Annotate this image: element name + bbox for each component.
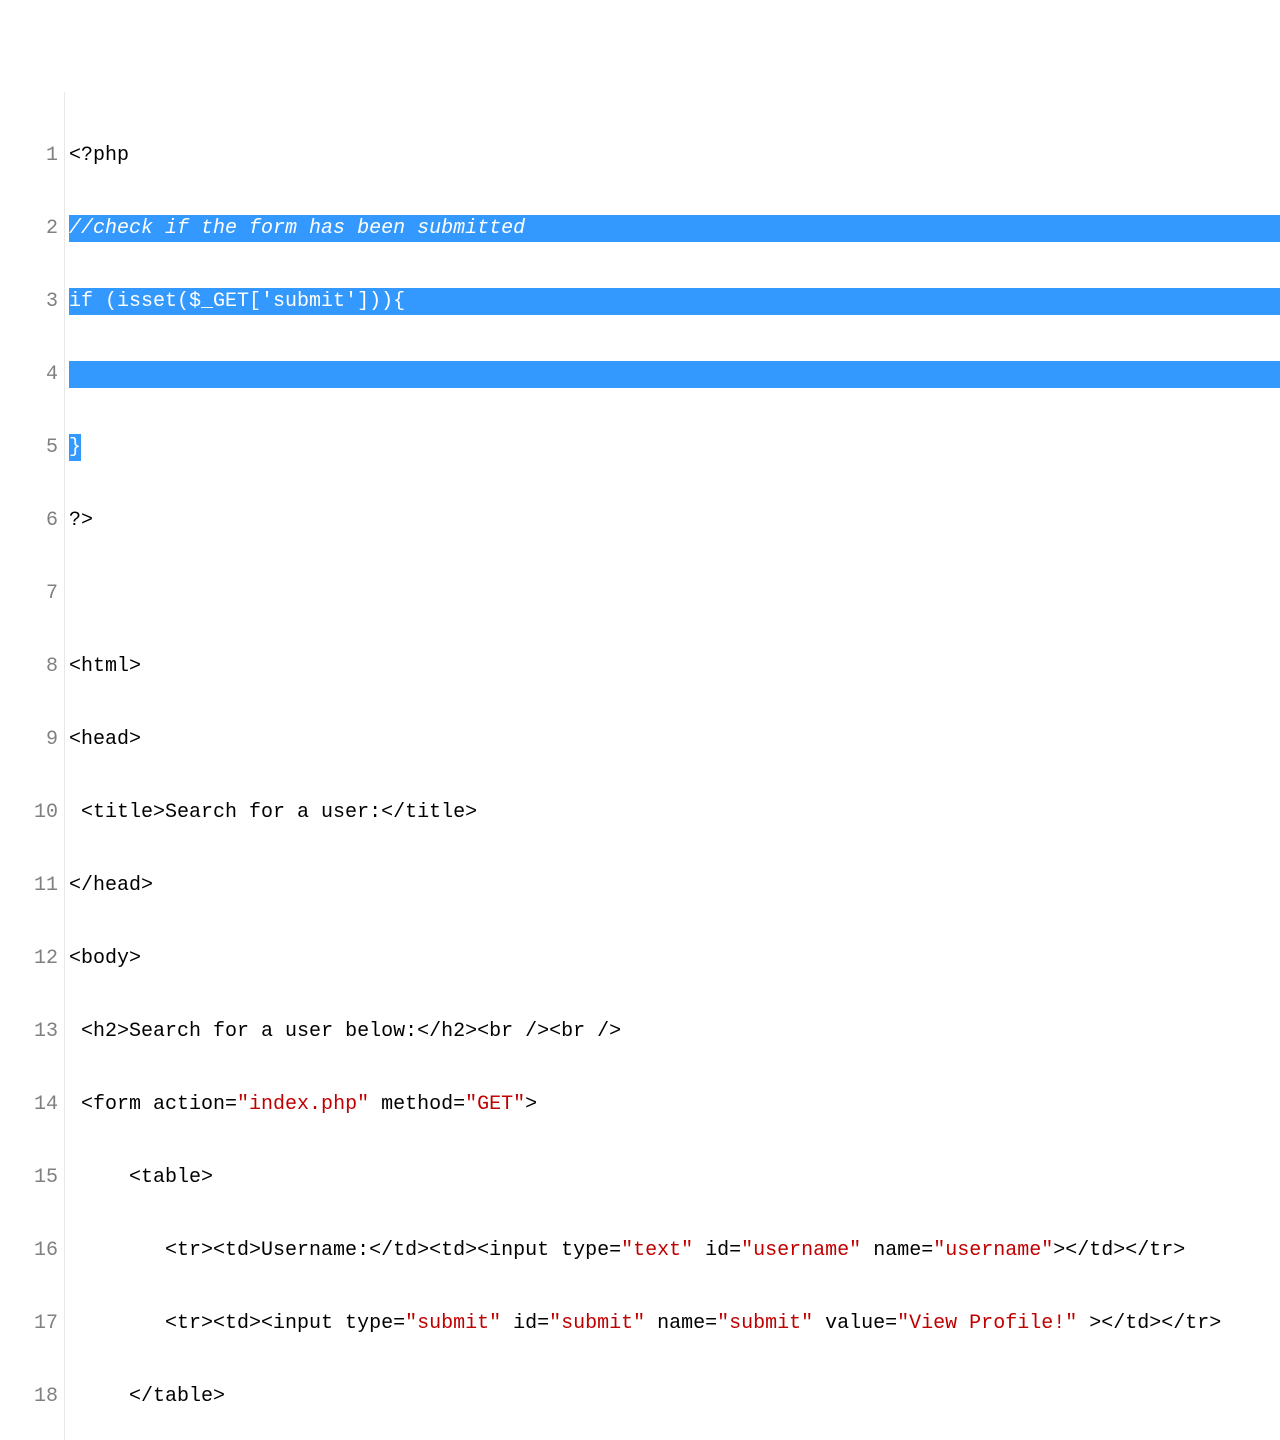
string-literal: "submit" xyxy=(549,1312,645,1335)
line-number: 18 xyxy=(10,1383,58,1410)
tag-open: <h2> xyxy=(69,1020,129,1043)
code-line[interactable]: <tr><td><input type="submit" id="submit"… xyxy=(69,1310,1280,1337)
tag-text: <tr><td> xyxy=(69,1239,261,1262)
text-content: Search for a user below: xyxy=(129,1020,417,1043)
code-line[interactable]: <html> xyxy=(69,653,1280,680)
line-number: 1 xyxy=(10,142,58,169)
code-line[interactable]: ?> xyxy=(69,507,1280,534)
line-number: 8 xyxy=(10,653,58,680)
code-line[interactable] xyxy=(69,580,1280,607)
line-number: 5 xyxy=(10,434,58,461)
tag-text: ></td></tr> xyxy=(1053,1239,1185,1262)
code-line[interactable]: <tr><td>Username:</td><td><input type="t… xyxy=(69,1237,1280,1264)
tag-text: <tr><td><input type= xyxy=(69,1312,405,1335)
code-line[interactable]: <h2>Search for a user below:</h2><br /><… xyxy=(69,1018,1280,1045)
code-line[interactable]: <head> xyxy=(69,726,1280,753)
line-number: 3 xyxy=(10,288,58,315)
line-number: 6 xyxy=(10,507,58,534)
string-literal: "submit" xyxy=(405,1312,501,1335)
line-number: 12 xyxy=(10,945,58,972)
line-number-gutter: 1 2 3 4 5 6 7 8 9 10 11 12 13 14 15 16 1… xyxy=(0,92,65,1440)
text-content: Search for a user: xyxy=(165,801,381,824)
code-line[interactable]: </table> xyxy=(69,1383,1280,1410)
tag-close: > xyxy=(525,1093,537,1116)
code-line-selected[interactable]: //check if the form has been submitted xyxy=(69,215,1280,242)
line-number: 17 xyxy=(10,1310,58,1337)
selection-end: } xyxy=(69,434,81,461)
line-number: 2 xyxy=(10,215,58,242)
code-line[interactable]: <title>Search for a user:</title> xyxy=(69,799,1280,826)
line-number: 10 xyxy=(10,799,58,826)
tag-open: <title> xyxy=(69,801,165,824)
attr-text: id= xyxy=(501,1312,549,1335)
code-line[interactable]: <body> xyxy=(69,945,1280,972)
code-editor[interactable]: 1 2 3 4 5 6 7 8 9 10 11 12 13 14 15 16 1… xyxy=(0,92,1280,1440)
text-content: Username: xyxy=(261,1239,369,1262)
code-line[interactable]: } xyxy=(69,434,1280,461)
attr-text: method= xyxy=(369,1093,465,1116)
tag-text: ></td></tr> xyxy=(1077,1312,1221,1335)
line-number: 4 xyxy=(10,361,58,388)
line-number: 11 xyxy=(10,872,58,899)
line-number: 13 xyxy=(10,1018,58,1045)
line-number: 14 xyxy=(10,1091,58,1118)
tag-close: </title> xyxy=(381,801,477,824)
string-literal: "username" xyxy=(741,1239,861,1262)
tag-close: </h2><br /><br /> xyxy=(417,1020,621,1043)
string-literal: "View Profile!" xyxy=(897,1312,1077,1335)
string-literal: "index.php" xyxy=(237,1093,369,1116)
attr-text: id= xyxy=(693,1239,741,1262)
code-line-selected[interactable] xyxy=(69,361,1280,388)
code-line[interactable]: <form action="index.php" method="GET"> xyxy=(69,1091,1280,1118)
code-line[interactable]: <table> xyxy=(69,1164,1280,1191)
string-literal: "submit" xyxy=(717,1312,813,1335)
tag-text: </td><td><input type= xyxy=(369,1239,621,1262)
line-number: 15 xyxy=(10,1164,58,1191)
string-literal: "GET" xyxy=(465,1093,525,1116)
line-number: 7 xyxy=(10,580,58,607)
comment-text: //check if the form has been submitted xyxy=(69,217,525,240)
attr-text: value= xyxy=(813,1312,897,1335)
code-line-selected[interactable]: if (isset($_GET['submit'])){ xyxy=(69,288,1280,315)
line-number: 9 xyxy=(10,726,58,753)
line-number: 16 xyxy=(10,1237,58,1264)
tag-text: <form action= xyxy=(69,1093,237,1116)
code-area[interactable]: <?php //check if the form has been submi… xyxy=(65,92,1280,1440)
attr-text: name= xyxy=(645,1312,717,1335)
code-line[interactable]: <?php xyxy=(69,142,1280,169)
code-line[interactable]: </head> xyxy=(69,872,1280,899)
string-literal: "username" xyxy=(933,1239,1053,1262)
string-literal: "text" xyxy=(621,1239,693,1262)
attr-text: name= xyxy=(861,1239,933,1262)
